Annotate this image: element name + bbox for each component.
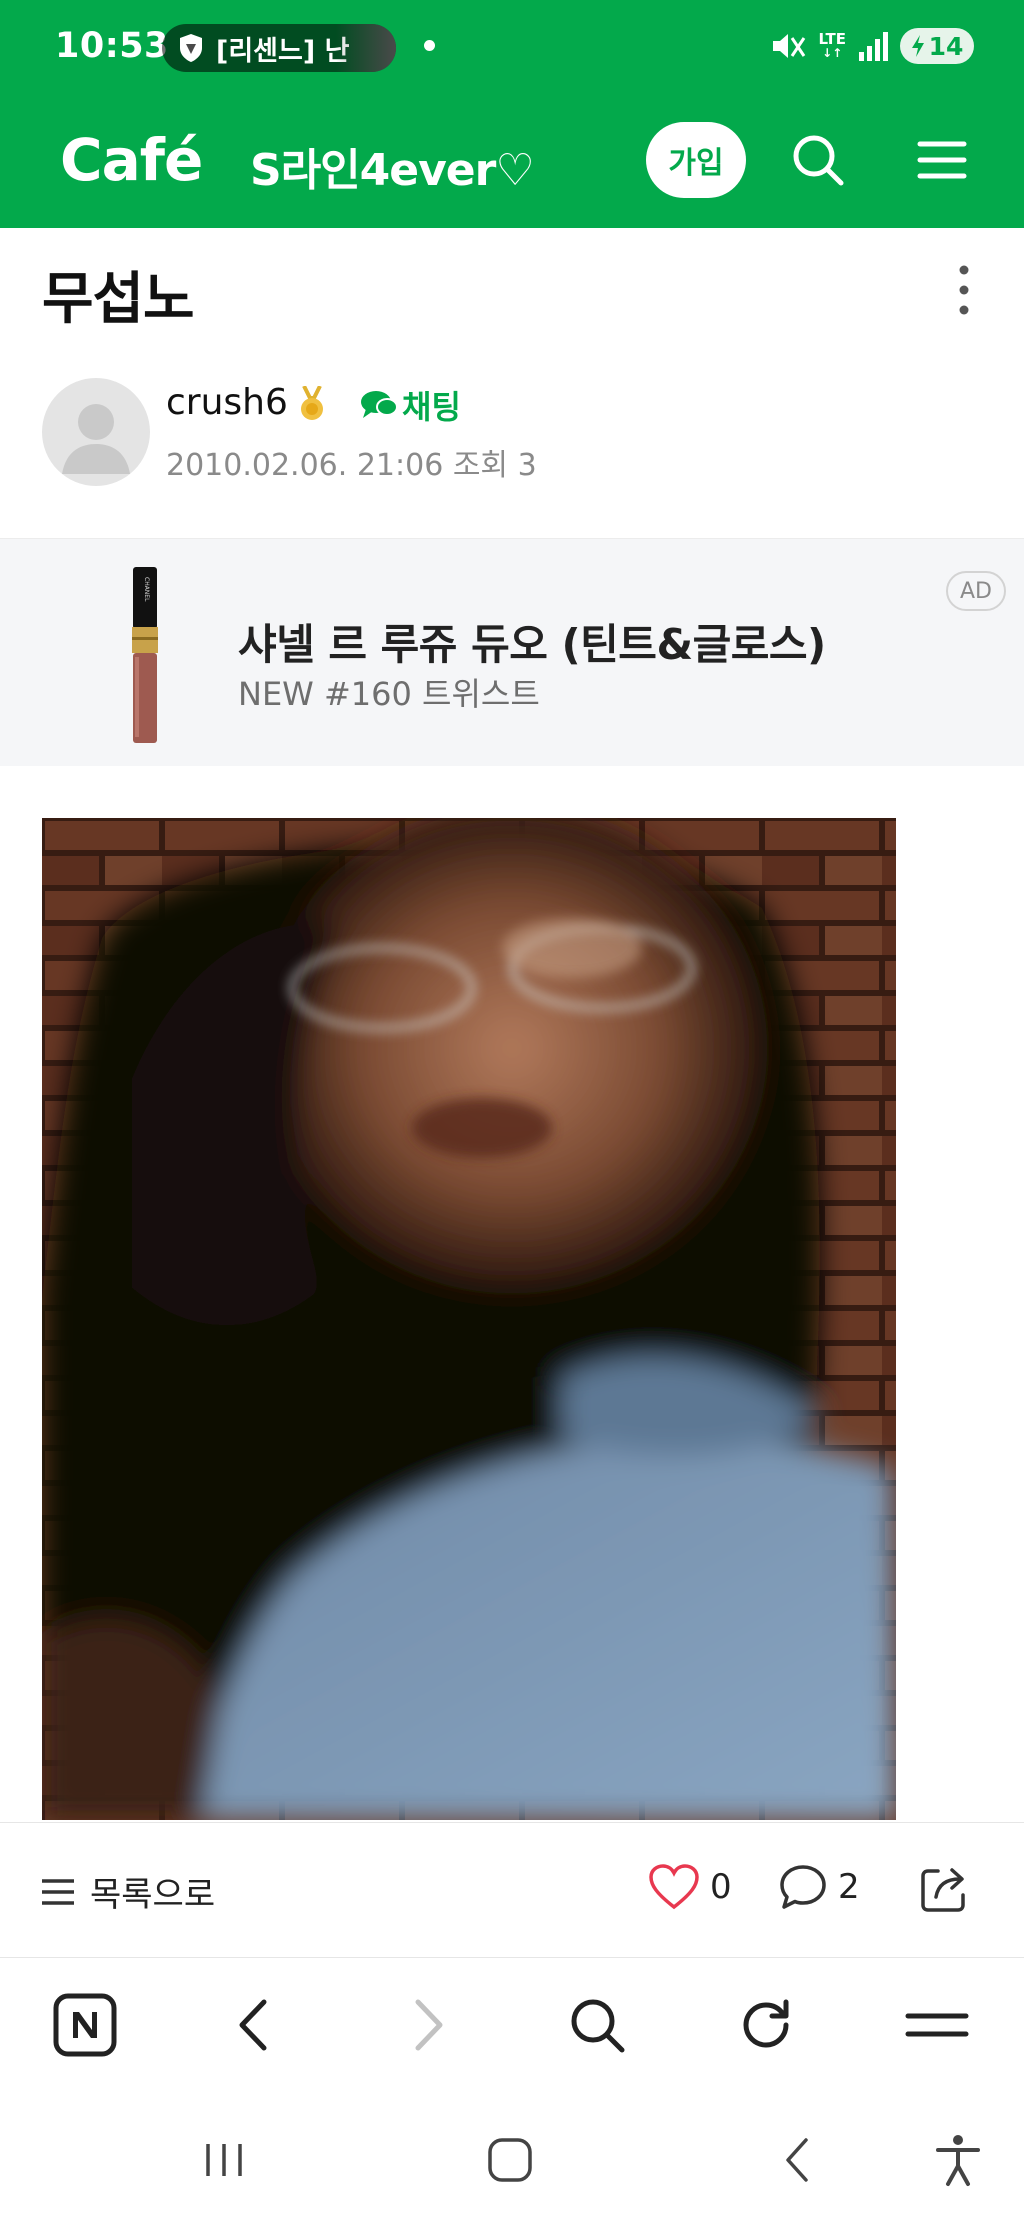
battery-indicator: 14 [900, 28, 974, 64]
recent-apps-icon[interactable] [196, 2132, 252, 2188]
ad-subtitle: NEW #160 트위스트 [238, 675, 540, 713]
accessibility-icon[interactable] [930, 2132, 986, 2188]
join-button[interactable]: 가입 [646, 122, 746, 198]
list-label: 목록으로 [90, 1875, 216, 1915]
comment-icon [780, 1865, 826, 1909]
mute-icon [773, 34, 806, 58]
more-icon[interactable] [954, 262, 974, 318]
list-icon [42, 1878, 74, 1905]
comment-count: 2 [838, 1867, 860, 1907]
top-bar: 10:53 [리센느] 난 LTE ↓↑ 14 Café S라인4ever♡ 가… [0, 0, 1024, 228]
browser-search-icon[interactable] [564, 1992, 630, 2058]
refresh-icon[interactable] [734, 1992, 800, 2058]
share-icon[interactable] [918, 1863, 970, 1915]
notification-dot [424, 40, 435, 51]
cafe-name[interactable]: S라인4ever♡ [250, 134, 535, 198]
chat-label: 채팅 [402, 388, 461, 426]
lipstick-product-image: CHANEL [132, 567, 158, 743]
notification-text: [리센느] 난 [216, 35, 350, 67]
svg-text:CHANEL: CHANEL [143, 577, 150, 602]
charging-icon [911, 35, 924, 57]
app-bar: Café S라인4ever♡ 가입 [0, 110, 1024, 210]
cafe-logo[interactable]: Café [60, 126, 203, 194]
notification-pill[interactable]: [리센느] 난 [162, 24, 396, 72]
shield-icon [180, 34, 202, 62]
search-icon[interactable] [788, 130, 848, 190]
ad-banner[interactable]: CHANEL 샤넬 르 루쥬 듀오 (틴트&글로스) NEW #160 트위스트… [0, 538, 1024, 766]
system-back-icon[interactable] [770, 2132, 826, 2188]
like-count: 0 [710, 1867, 732, 1907]
status-time: 10:53 [55, 26, 169, 66]
network-type: LTE ↓↑ [818, 30, 846, 61]
post-photo[interactable] [42, 818, 896, 1820]
comment-button[interactable]: 2 [778, 1863, 860, 1911]
post-title: 무섭노 [42, 267, 195, 332]
chat-button[interactable]: 채팅 [360, 382, 461, 428]
chat-icon [361, 391, 398, 418]
forward-icon [415, 1999, 443, 2051]
ad-badge: AD [946, 571, 1006, 611]
system-icons: LTE ↓↑ 14 [770, 28, 974, 64]
ad-title[interactable]: 샤넬 르 루쥬 듀오 (틴트&글로스) [238, 611, 826, 672]
like-button[interactable]: 0 [648, 1863, 732, 1911]
back-icon[interactable] [222, 1992, 288, 2058]
heart-icon [649, 1864, 699, 1910]
default-avatar-icon [62, 404, 130, 474]
author-name[interactable]: crush6 [166, 382, 288, 423]
back-to-list-button[interactable]: 목록으로 [40, 1867, 215, 1916]
browser-toolbar [0, 1960, 1024, 2090]
signal-icon [859, 32, 888, 61]
avatar[interactable] [42, 378, 150, 486]
system-navigation-bar [0, 2092, 1024, 2219]
naver-home-icon[interactable] [52, 1992, 118, 2058]
medal-icon [301, 386, 323, 420]
post-meta: 2010.02.06. 21:06 조회 3 [166, 448, 537, 483]
menu-icon[interactable] [912, 130, 972, 190]
browser-menu-icon[interactable] [904, 1992, 970, 2058]
home-icon[interactable] [482, 2132, 538, 2188]
photo-image [42, 818, 896, 1820]
status-bar: 10:53 [리센느] 난 LTE ↓↑ 14 [0, 0, 1024, 96]
post-action-bar: 목록으로 0 2 [0, 1822, 1024, 1958]
